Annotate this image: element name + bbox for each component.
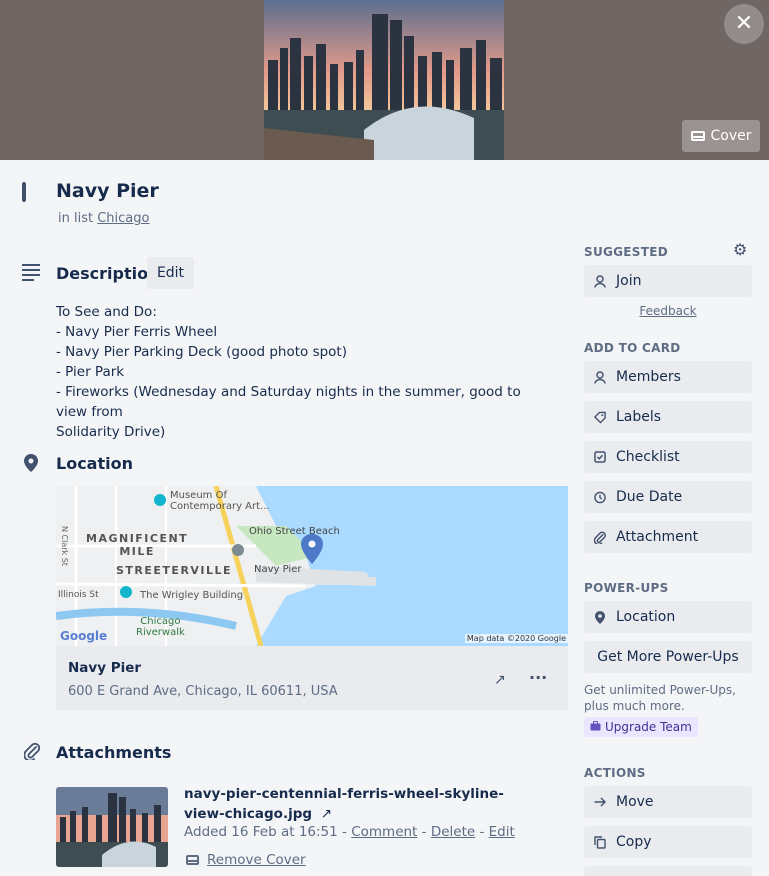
checkbox-icon [594,450,606,464]
paperclip-icon [594,530,606,544]
location-map[interactable]: Museum Of Contemporary Art... MAGNIFICENT… [56,486,568,646]
map-label: Ohio Street Beach [249,526,340,537]
delete-link[interactable]: Delete [431,824,475,840]
separator: - [337,824,352,840]
description-line: - Navy Pier Parking Deck (good photo spo… [56,344,347,360]
in-list-prefix: in list [58,211,94,226]
cover-image [264,0,504,160]
attachment-label: Attachment [616,529,699,545]
location-address: 600 E Grand Ave, Chicago, IL 60611, USA [68,684,338,699]
due-date-button[interactable]: Due Date [584,481,752,513]
person-icon [594,370,606,384]
description-text[interactable]: To See and Do: - Navy Pier Ferris Wheel … [56,302,556,442]
attachment-file-name[interactable]: navy-pier-centennial-ferris-wheel-skylin… [184,786,504,822]
attachment-button[interactable]: Attachment [584,521,752,553]
attachment-thumbnail[interactable] [56,787,168,867]
attachment-name[interactable]: navy-pier-centennial-ferris-wheel-skylin… [184,784,514,824]
copy-label: Copy [616,834,652,850]
location-heading: Location [56,454,133,473]
feedback-link[interactable]: Feedback [584,304,752,318]
location-power-up-button[interactable]: Location [584,601,752,633]
clock-icon [594,490,606,504]
location-pin-icon [594,610,606,624]
labels-button[interactable]: Labels [584,401,752,433]
attachment-meta: Added 16 Feb at 16:51 - Comment - Delete… [184,824,515,840]
members-button[interactable]: Members [584,361,752,393]
actions-heading: ACTIONS [584,766,646,780]
description-line: - Fireworks (Wednesday and Saturday nigh… [56,384,526,420]
edit-link[interactable]: Edit [489,824,515,840]
description-line: - Navy Pier Ferris Wheel [56,324,218,340]
in-list-text: in list Chicago [58,211,149,226]
cover-button[interactable]: Cover [682,120,760,152]
arrow-right-icon [594,795,606,809]
comment-link[interactable]: Comment [351,824,417,840]
map-label: STREETERVILLE [116,564,233,577]
description-line: - Pier Park [56,364,125,380]
tag-icon [594,410,606,424]
remove-cover-link[interactable]: Remove Cover [186,852,306,868]
card-title-icon [22,182,26,202]
map-label: Illinois St [58,590,99,600]
move-button[interactable]: Move [584,786,752,818]
description-edit-button[interactable]: Edit [147,257,194,289]
list-link[interactable]: Chicago [97,211,149,226]
card-icon [186,855,199,865]
description-icon [22,264,40,284]
description-line: Solidarity Drive) [56,424,166,440]
map-attribution: Map data ©2020 Google [464,634,568,643]
checklist-button[interactable]: Checklist [584,441,752,473]
paperclip-icon [23,742,41,764]
attachment-added-date: Added 16 Feb at 16:51 [184,824,338,840]
map-label: MAGNIFICENT MILE [86,532,189,558]
copy-icon [594,835,606,849]
join-button[interactable]: Join [584,265,752,297]
map-label: Museum Of Contemporary Art... [170,490,270,512]
gear-icon[interactable]: ⚙ [733,242,749,258]
location-card[interactable]: Navy Pier 600 E Grand Ave, Chicago, IL 6… [56,646,568,710]
members-label: Members [616,369,681,385]
labels-label: Labels [616,409,662,425]
attachments-heading: Attachments [56,743,172,762]
checklist-label: Checklist [616,449,680,465]
close-button[interactable]: ✕ [724,4,764,44]
google-logo: Google [60,629,108,643]
card-title[interactable]: Navy Pier [56,180,159,202]
location-name: Navy Pier [68,660,142,676]
upgrade-team-button[interactable]: Upgrade Team [584,717,698,737]
add-to-card-heading: ADD TO CARD [584,341,681,355]
power-ups-note: Get unlimited Power-Ups, plus much more. [584,683,736,713]
join-label: Join [616,273,642,289]
map-label: The Wrigley Building [140,590,244,601]
due-date-label: Due Date [616,489,683,505]
map-label: Chicago Riverwalk [136,616,185,638]
separator: - [417,824,431,840]
more-options-icon[interactable]: ··· [529,668,547,687]
next-action-button[interactable] [584,866,752,876]
person-icon [594,274,606,288]
location-label: Location [616,609,676,625]
open-external-icon[interactable]: ↗ [494,672,506,688]
open-attachment-icon[interactable]: ↗ [321,806,332,822]
location-pin-icon [24,454,38,476]
cover-button-label: Cover [710,128,752,144]
card-icon [690,131,705,141]
copy-button[interactable]: Copy [584,826,752,858]
upgrade-team-label: Upgrade Team [605,720,692,734]
remove-cover-label: Remove Cover [207,852,306,868]
description-heading: Description [56,264,160,283]
map-label: Navy Pier [254,564,302,575]
separator: - [475,824,489,840]
map-label: N Clark St [60,526,69,566]
power-ups-heading: POWER-UPS [584,581,669,595]
get-more-power-ups-button[interactable]: Get More Power-Ups [584,641,752,673]
briefcase-icon [590,720,601,734]
description-line: To See and Do: [56,304,157,320]
close-icon: ✕ [734,11,754,36]
suggested-heading: SUGGESTED [584,245,668,259]
move-label: Move [616,794,654,810]
